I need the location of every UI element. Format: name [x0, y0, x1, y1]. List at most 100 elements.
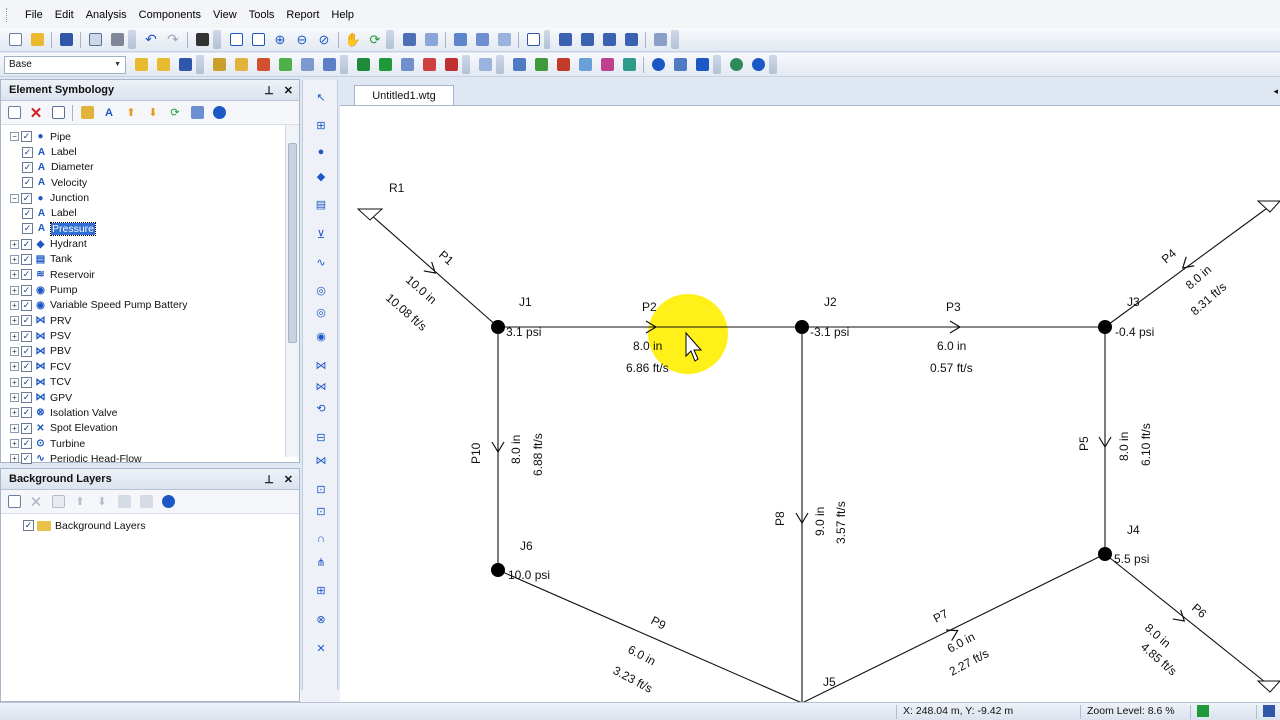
- tools-options-icon[interactable]: [651, 30, 670, 49]
- scenario-compare-icon[interactable]: [176, 55, 195, 74]
- pump-station-tool-icon[interactable]: ◉: [313, 328, 329, 344]
- loadbuilder-icon[interactable]: [554, 55, 573, 74]
- checkbox-icon[interactable]: ✓: [21, 345, 32, 357]
- toolbar-overflow-icon[interactable]: [128, 30, 136, 49]
- checkbox-icon[interactable]: ✓: [22, 177, 33, 189]
- refresh-icon[interactable]: ⟳: [366, 30, 385, 49]
- flextables-icon[interactable]: [524, 30, 543, 49]
- element-symbology-icon[interactable]: [232, 55, 251, 74]
- menu-help[interactable]: Help: [325, 9, 360, 21]
- menu-view[interactable]: View: [207, 9, 243, 21]
- checkbox-icon[interactable]: ✓: [22, 161, 33, 173]
- isolation-valve-tool-icon[interactable]: ⊡: [313, 503, 329, 519]
- tree-row[interactable]: + ✓ ⊗ Isolation Valve: [1, 405, 299, 420]
- checkbox-icon[interactable]: ✓: [21, 284, 32, 296]
- air-valve-tool-icon[interactable]: ⊗: [313, 611, 329, 627]
- compute-icon[interactable]: [473, 30, 492, 49]
- delete-icon[interactable]: ✕: [27, 492, 46, 511]
- tree-row[interactable]: + ✓ ◉ Pump: [1, 282, 299, 297]
- redo-icon[interactable]: ↷: [164, 30, 183, 49]
- toolbar-overflow-icon[interactable]: [769, 55, 777, 74]
- save-icon[interactable]: [57, 30, 76, 49]
- scenarios-icon[interactable]: [400, 30, 419, 49]
- open-folder-icon[interactable]: [28, 30, 47, 49]
- toolbar-overflow-icon[interactable]: [713, 55, 721, 74]
- expand-icon[interactable]: +: [10, 393, 19, 403]
- cancel-tool-icon[interactable]: ✕: [313, 640, 329, 656]
- network-icon[interactable]: [671, 55, 690, 74]
- globe-icon[interactable]: [649, 55, 668, 74]
- refresh-symbology-icon[interactable]: ⟳: [166, 103, 185, 122]
- tree-row[interactable]: + ✓ ⋈ PSV: [1, 328, 299, 343]
- expand-icon[interactable]: +: [10, 239, 19, 249]
- junction-tool-icon[interactable]: ●: [313, 144, 329, 160]
- tree-child-row[interactable]: ✓ A Label: [1, 144, 299, 159]
- tab-untitled1[interactable]: Untitled1.wtg: [354, 85, 454, 106]
- thiessen-icon[interactable]: [576, 55, 595, 74]
- expand-all-icon[interactable]: [188, 103, 207, 122]
- scenario-manager-icon[interactable]: [132, 55, 151, 74]
- color-coding-icon[interactable]: [622, 30, 641, 49]
- undo-icon[interactable]: ↶: [142, 30, 161, 49]
- layout-icon[interactable]: ⊞: [313, 117, 329, 133]
- status-save-icon[interactable]: [1256, 705, 1280, 719]
- find-binoculars-icon[interactable]: [193, 30, 212, 49]
- network-navigator-icon[interactable]: [398, 55, 417, 74]
- menu-edit[interactable]: Edit: [49, 9, 80, 21]
- checkbox-icon[interactable]: ✓: [23, 520, 34, 532]
- turbine-tool-icon[interactable]: ⋔: [313, 554, 329, 570]
- checkbox-icon[interactable]: ✓: [21, 315, 32, 327]
- tree-row[interactable]: + ✓ ⋈ GPV: [1, 390, 299, 405]
- checkbox-icon[interactable]: ✓: [22, 146, 33, 158]
- junction-node-j3[interactable]: [1098, 320, 1112, 334]
- modelbuilder-icon[interactable]: [620, 55, 639, 74]
- tree-child-row[interactable]: ✓ A Label: [1, 206, 299, 221]
- checkbox-icon[interactable]: ✓: [21, 422, 32, 434]
- help-icon[interactable]: [159, 492, 178, 511]
- tree-row[interactable]: + ✓ ◆ Hydrant: [1, 236, 299, 251]
- tree-child-row[interactable]: ✓ A Diameter: [1, 160, 299, 175]
- horizontal-scroll-stub[interactable]: [300, 690, 340, 702]
- junction-node-j2[interactable]: [795, 320, 809, 334]
- move-up-icon[interactable]: ⬆: [122, 103, 141, 122]
- controls-icon[interactable]: [320, 55, 339, 74]
- reservoir-tool-icon[interactable]: ⊻: [313, 226, 329, 242]
- checkbox-icon[interactable]: ✓: [21, 438, 32, 450]
- help-icon[interactable]: [210, 103, 229, 122]
- network-drawing[interactable]: R1 J1 J2 J3 J4 J6 J5 3.1 psi -3.1 psi -0.4 psi 5.5…: [340, 106, 1280, 702]
- status-go-icon[interactable]: [1190, 705, 1218, 719]
- prototypes-icon[interactable]: [254, 55, 273, 74]
- skelebrator-icon[interactable]: [598, 55, 617, 74]
- psv-tool-icon[interactable]: ⋈: [313, 378, 329, 394]
- tree-child-row[interactable]: ✓ A Pressure: [1, 221, 299, 236]
- expand-icon[interactable]: +: [10, 439, 19, 449]
- selection-sets-icon[interactable]: [276, 55, 295, 74]
- tree-row[interactable]: + ✓ ⋈ FCV: [1, 359, 299, 374]
- tree-row[interactable]: + ✓ ▤ Tank: [1, 252, 299, 267]
- expand-icon[interactable]: +: [10, 300, 19, 310]
- scrollbar-thumb[interactable]: [288, 143, 297, 343]
- tank-tool-icon[interactable]: ▤: [313, 196, 329, 212]
- tree-row[interactable]: − ✓ ● Pipe: [1, 129, 299, 144]
- checkbox-icon[interactable]: ✓: [21, 269, 32, 281]
- scenario-combo[interactable]: Base ▼: [4, 55, 126, 74]
- expand-icon[interactable]: +: [10, 454, 19, 464]
- tree-row[interactable]: + ✓ ∿ Periodic Head-Flow: [1, 451, 299, 466]
- expand-icon[interactable]: +: [10, 285, 19, 295]
- element-properties-icon[interactable]: [210, 55, 229, 74]
- tree-row[interactable]: + ✓ ⋈ TCV: [1, 375, 299, 390]
- background-layers-row[interactable]: ✓ Background Layers: [1, 518, 299, 533]
- zoom-out-icon[interactable]: ⊖: [293, 30, 312, 49]
- layer-options-icon[interactable]: [137, 492, 156, 511]
- expand-icon[interactable]: +: [10, 331, 19, 341]
- select-pointer-icon[interactable]: ↖: [313, 89, 329, 105]
- edit-icon[interactable]: [78, 103, 97, 122]
- scenario-folder-icon[interactable]: [154, 55, 173, 74]
- checkbox-icon[interactable]: ✓: [21, 253, 32, 265]
- pbv-tool-icon[interactable]: ⟲: [313, 400, 329, 416]
- pin-icon[interactable]: ⊥: [264, 84, 274, 97]
- tree-row[interactable]: + ✓ ≋ Reservoir: [1, 267, 299, 282]
- pipe-tool-icon[interactable]: ∿: [313, 254, 329, 270]
- tab-menu-icon[interactable]: ◂: [1273, 86, 1278, 97]
- checkbox-icon[interactable]: ✓: [21, 407, 32, 419]
